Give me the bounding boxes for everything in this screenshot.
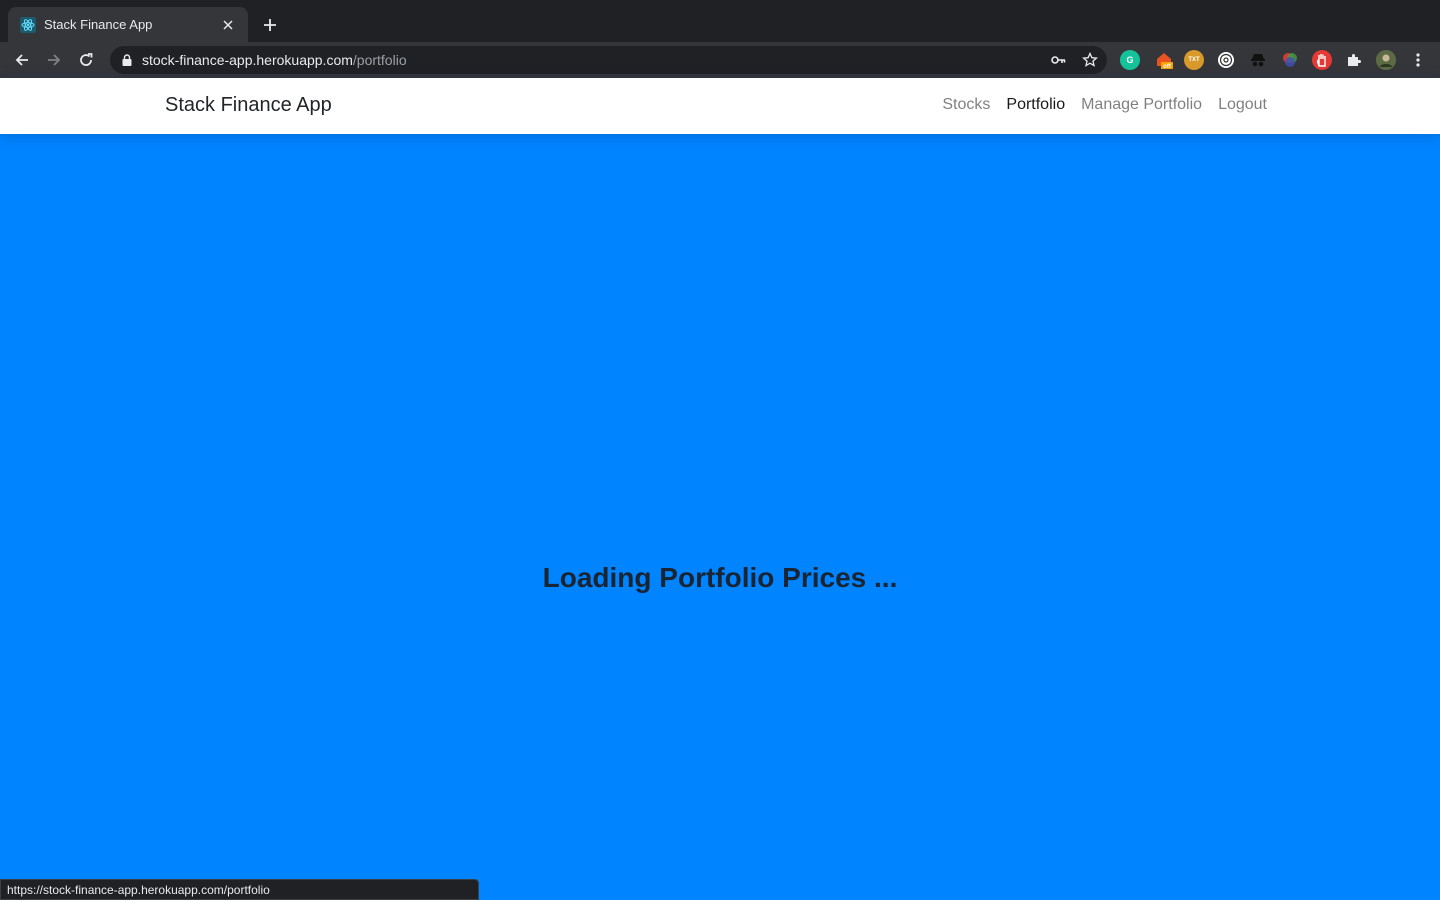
react-logo-icon [20, 16, 36, 33]
url-text: stock-finance-app.herokuapp.com/portfoli… [142, 52, 407, 68]
incognito-extension-icon[interactable] [1248, 50, 1268, 70]
hand-extension-icon[interactable] [1312, 50, 1332, 70]
nav-link-stocks[interactable]: Stocks [942, 96, 990, 114]
nav-links: Stocks Portfolio Manage Portfolio Logout [942, 96, 1267, 114]
nav-link-portfolio[interactable]: Portfolio [1006, 96, 1065, 114]
back-arrow-icon[interactable] [8, 46, 36, 74]
browser-tab-strip: Stack Finance App [0, 0, 1440, 42]
loading-heading: Loading Portfolio Prices ... [542, 562, 898, 593]
key-icon[interactable] [1050, 52, 1066, 68]
bookmark-star-icon[interactable] [1082, 52, 1098, 68]
brand-link[interactable]: Stack Finance App [165, 94, 332, 117]
address-bar[interactable]: stock-finance-app.herokuapp.com/portfoli… [110, 46, 1107, 74]
app-navbar: Stack Finance App Stocks Portfolio Manag… [0, 78, 1440, 134]
forward-arrow-icon[interactable] [40, 46, 68, 74]
new-tab-icon[interactable] [258, 13, 282, 37]
txt-extension-icon[interactable]: TXT [1184, 50, 1204, 70]
lock-icon [122, 53, 134, 67]
tab-title: Stack Finance App [44, 17, 153, 32]
nav-link-manage-portfolio[interactable]: Manage Portfolio [1081, 96, 1202, 114]
svg-text:off: off [1163, 64, 1172, 70]
url-host: stock-finance-app.herokuapp.com [142, 52, 353, 68]
link-status-bubble: https://stock-finance-app.herokuapp.com/… [0, 879, 479, 900]
url-path: /portfolio [352, 52, 407, 68]
puzzle-extensions-icon[interactable] [1344, 50, 1364, 70]
grammarly-extension-icon[interactable]: G [1120, 50, 1140, 70]
color-wheel-extension-icon[interactable] [1280, 50, 1300, 70]
chrome-menu-icon[interactable] [1408, 50, 1428, 70]
profile-avatar[interactable] [1376, 50, 1396, 70]
nav-link-logout[interactable]: Logout [1218, 96, 1267, 114]
page-content: Stack Finance App Stocks Portfolio Manag… [0, 78, 1440, 900]
off-extension-icon[interactable]: off [1154, 50, 1174, 70]
reload-icon[interactable] [72, 46, 100, 74]
browser-toolbar: stock-finance-app.herokuapp.com/portfoli… [0, 42, 1440, 78]
browser-tab[interactable]: Stack Finance App [8, 7, 248, 42]
circle-extension-icon[interactable] [1216, 50, 1236, 70]
tab-close-icon[interactable] [218, 15, 238, 35]
